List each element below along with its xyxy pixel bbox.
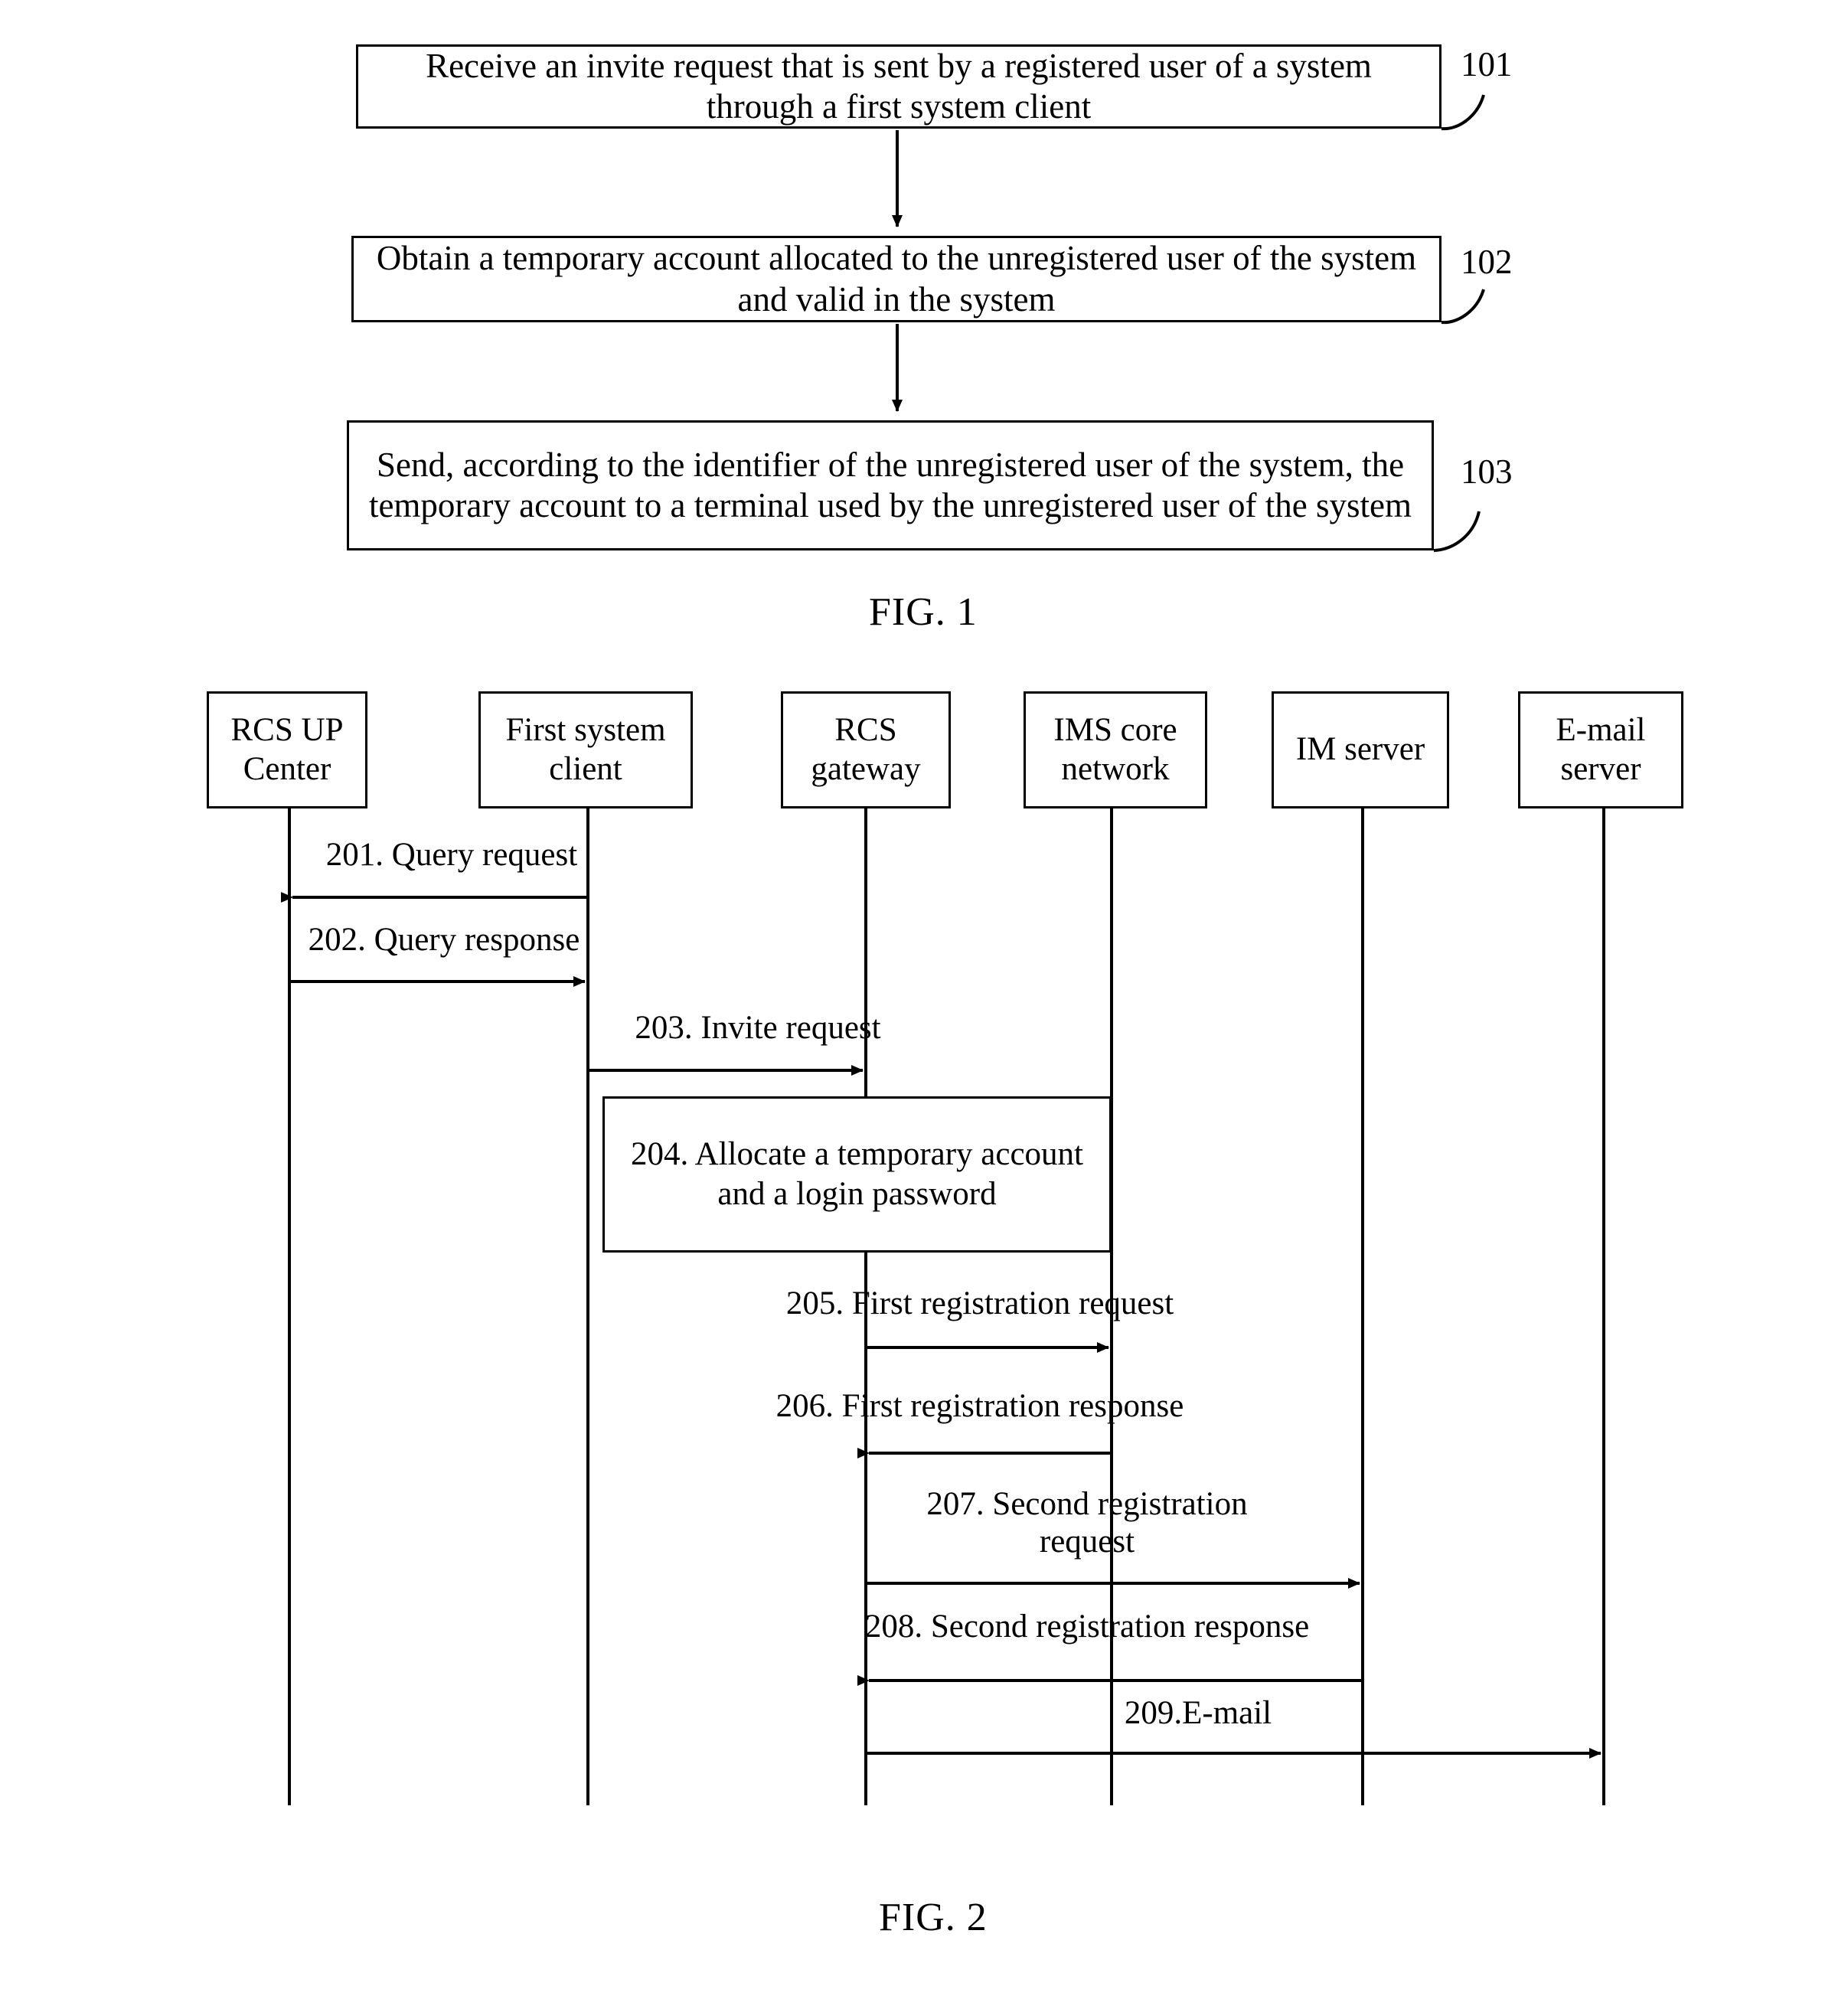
leader-line-103 [1433, 511, 1481, 552]
actor-box-rcs-up-center: RCS UP Center [207, 691, 367, 808]
actor-label-rcs-up-center: RCS UP Center [230, 712, 344, 787]
reference-number-103: 103 [1461, 452, 1513, 491]
actor-label-im-server: IM server [1295, 731, 1425, 768]
actor-label-first-system-client: First system client [505, 712, 666, 787]
actor-box-im-server: IM server [1272, 691, 1449, 808]
actor-box-email-server: E-mail server [1518, 691, 1683, 808]
actor-box-rcs-gateway: RCS gateway [781, 691, 951, 808]
actor-label-email-server: E-mail server [1556, 712, 1646, 787]
reference-number-102: 102 [1461, 243, 1513, 281]
flow-step-102: Obtain a temporary account allocated to … [351, 236, 1442, 322]
message-label-208: 208. Second registration response [864, 1609, 1310, 1645]
message-label-203: 203. Invite request [635, 1010, 881, 1046]
message-label-209: 209.E-mail [1124, 1695, 1272, 1731]
actor-box-first-system-client: First system client [478, 691, 693, 808]
figure-2-caption: FIG. 2 [879, 1896, 988, 1939]
figure-1-caption: FIG. 1 [869, 590, 978, 634]
action-box-204: 204. Allocate a temporary account and a … [602, 1096, 1112, 1253]
message-label-207: 207. Second registration request [926, 1486, 1248, 1560]
actor-label-ims-core-network: IMS core network [1053, 712, 1177, 787]
actor-label-rcs-gateway: RCS gateway [811, 712, 921, 787]
leader-line-101 [1441, 94, 1485, 131]
leader-line-102 [1441, 289, 1485, 325]
flow-step-102-text: Obtain a temporary account allocated to … [376, 239, 1417, 318]
action-box-204-text: 204. Allocate a temporary account and a … [630, 1136, 1084, 1212]
flow-step-103-text: Send, according to the identifier of the… [368, 445, 1412, 524]
message-label-205: 205. First registration request [785, 1285, 1174, 1321]
flow-step-101-text: Receive an invite request that is sent b… [426, 46, 1372, 126]
reference-number-101: 101 [1461, 45, 1513, 83]
message-label-206: 206. First registration response [775, 1388, 1184, 1424]
flow-step-101: Receive an invite request that is sent b… [356, 44, 1442, 129]
patent-figure-sheet: Receive an invite request that is sent b… [0, 0, 1848, 1999]
message-label-201: 201. Query request [325, 837, 578, 873]
actor-box-ims-core-network: IMS core network [1024, 691, 1207, 808]
flow-step-103: Send, according to the identifier of the… [347, 420, 1434, 550]
message-label-202: 202. Query response [308, 922, 580, 958]
